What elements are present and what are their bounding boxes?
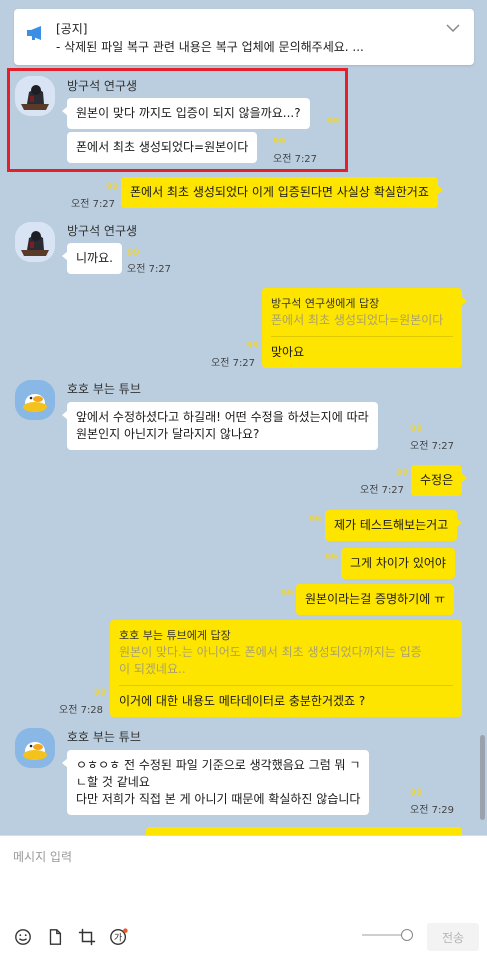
message-line: 원본인지 아닌지가 달라지지 않나요? (76, 427, 260, 441)
reply-bubble[interactable]: 호호 부는 튜브에게 답장 원본이 맞다.는 아니어도 폰에서 최초 생성되었다… (110, 620, 462, 717)
unread-count: 99 (246, 341, 259, 351)
message-bubble[interactable] (146, 827, 462, 835)
reply-quote: 이 되겠네요.. (119, 662, 186, 676)
send-button[interactable]: 전송 (427, 923, 479, 951)
reply-title: 호호 부는 튜브에게 답장 (119, 629, 231, 642)
message-time: 오전 7:29 (410, 805, 455, 816)
avatar[interactable] (15, 728, 55, 768)
scrollbar[interactable] (480, 735, 485, 820)
reply-title: 방구석 연구생에게 답장 (271, 297, 380, 310)
file-icon[interactable] (44, 926, 66, 948)
chat-area: [공지] - 삭제된 파일 복구 관련 내용은 복구 업체에 문의해주세요. .… (0, 0, 487, 835)
sender-name: 호호 부는 튜브 (67, 382, 141, 396)
message-time: 오전 7:27 (410, 441, 455, 452)
notice-title: [공지] (56, 22, 88, 36)
message-bubble[interactable]: 그게 차이가 있어야 (341, 548, 455, 579)
avatar-image (15, 728, 55, 768)
message-line: 앞에서 수정하셨다고 하길래! 어떤 수정을 하셨는지에 따라 (76, 410, 369, 424)
reply-body: 이거에 대한 내용도 메타데이터로 충분한거겠죠 ? (119, 694, 366, 708)
slider-handle[interactable] (401, 929, 413, 941)
unread-count: 99 (396, 468, 409, 478)
message-bubble[interactable]: ㅇㅎㅇㅎ 전 수정된 파일 기준으로 생각했음요 그럼 뭐 ㄱ ㄴ할 것 같네요… (61, 750, 370, 815)
emoji-icon[interactable] (12, 926, 34, 948)
message-bubble[interactable]: 수정은 (411, 465, 468, 496)
message-input[interactable]: 메시지 입력 (13, 848, 72, 865)
sender-name: 방구석 연구생 (67, 224, 138, 238)
avatar[interactable] (15, 222, 55, 262)
unread-count: 99 (106, 182, 119, 192)
crop-icon[interactable] (76, 926, 98, 948)
reply-quote: 폰에서 최초 생성되었다=원본이다 (271, 313, 444, 327)
chevron-down-icon[interactable] (446, 23, 460, 33)
message-bubble[interactable]: 제가 테스트해보는거고 (325, 510, 463, 541)
message-input-area[interactable]: 메시지 입력 가 전송 (0, 835, 487, 955)
divider (271, 336, 453, 337)
unread-count: 99 (410, 788, 423, 798)
message-line: ㅇㅎㅇㅎ 전 수정된 파일 기준으로 생각했음요 그럼 뭐 ㄱ (76, 758, 361, 772)
translate-glyph: 가 (114, 933, 123, 944)
reply-quote: 원본이 맞다.는 아니어도 폰에서 최초 생성되었다까지는 입증 (119, 645, 422, 659)
avatar-image (15, 380, 55, 420)
message-time: 오전 7:28 (59, 705, 104, 716)
unread-count: 99 (281, 589, 294, 599)
unread-count: 99 (309, 515, 322, 525)
message-bubble[interactable]: 니까요. (62, 243, 122, 274)
message-time: 오전 7:27 (360, 485, 405, 496)
reply-body: 맞아요 (271, 345, 305, 359)
unread-count: 99 (325, 553, 338, 563)
megaphone-icon (27, 26, 41, 40)
translate-icon[interactable]: 가 (108, 926, 130, 948)
avatar[interactable] (15, 380, 55, 420)
unread-count: 99 (410, 424, 423, 434)
message-line: 다만 저희가 직접 본 게 아니기 때문에 확실하진 않습니다 (76, 792, 361, 806)
unread-count: 99 (127, 248, 140, 258)
message-bubble[interactable]: 원본이라는걸 증명하기에 ㅠ (296, 584, 455, 615)
message-time: 오전 7:27 (71, 199, 116, 210)
notice-text: - 삭제된 파일 복구 관련 내용은 복구 업체에 문의해주세요. ... (56, 40, 364, 54)
unread-count: 99 (94, 688, 107, 698)
sender-name: 호호 부는 튜브 (67, 730, 141, 744)
highlight-box (7, 68, 348, 172)
divider (119, 685, 453, 686)
avatar-image (15, 222, 55, 262)
reply-bubble[interactable]: 방구석 연구생에게 답장 폰에서 최초 생성되었다=원본이다 맞아요 (262, 288, 467, 368)
message-line: ㄴ할 것 같네요 (76, 775, 150, 789)
notice-banner[interactable]: [공지] - 삭제된 파일 복구 관련 내용은 복구 업체에 문의해주세요. .… (14, 9, 474, 65)
message-time: 오전 7:27 (127, 264, 172, 275)
message-bubble[interactable]: 폰에서 최초 생성되었다 이게 입증된다면 사실상 확실한거죠 (121, 177, 443, 208)
message-bubble[interactable]: 앞에서 수정하셨다고 하길래! 어떤 수정을 하셨는지에 따라 원본인지 아닌지… (62, 402, 378, 450)
message-time: 오전 7:27 (211, 358, 256, 369)
